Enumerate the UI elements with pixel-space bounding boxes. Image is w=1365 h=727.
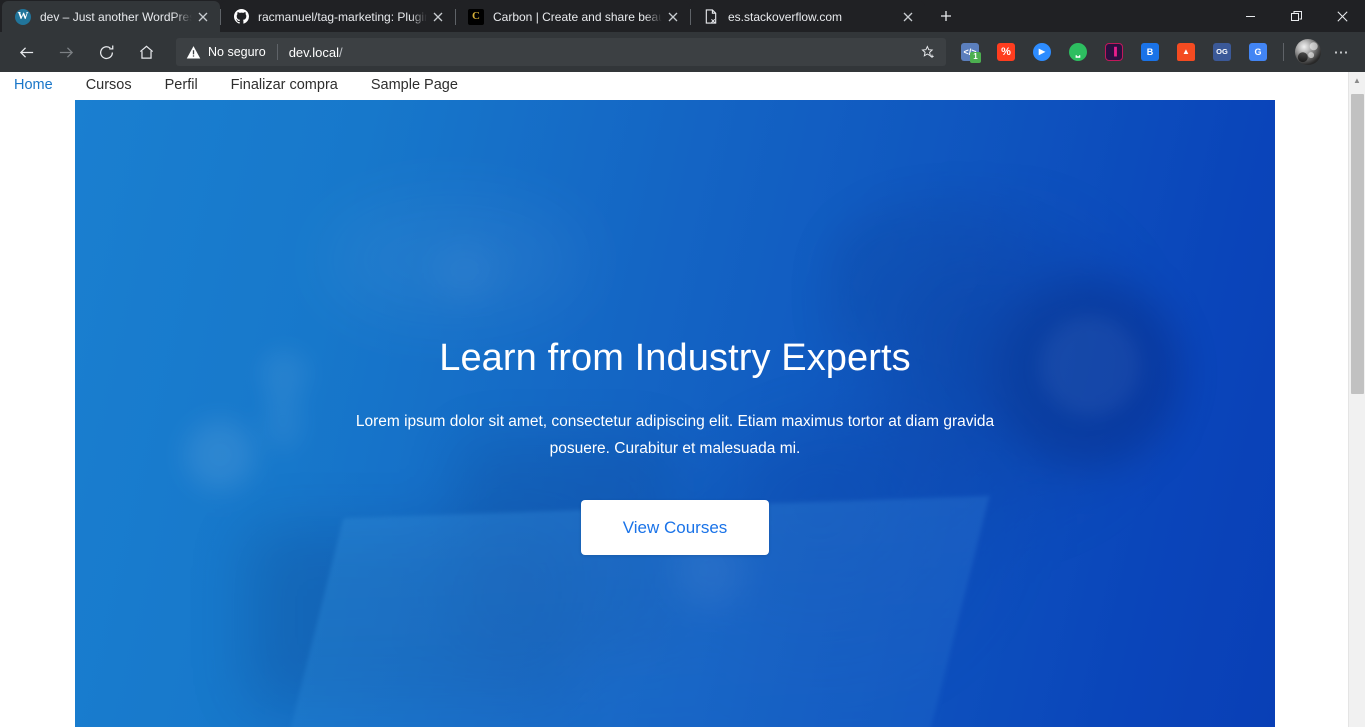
browser-window: W dev – Just another WordPress sit racma… xyxy=(0,0,1365,727)
tab-strip: W dev – Just another WordPress sit racma… xyxy=(0,0,1365,32)
restore-icon[interactable] xyxy=(1273,0,1319,32)
address-bar[interactable]: No seguro dev.local/ xyxy=(176,38,946,66)
omnibox-divider xyxy=(276,44,278,60)
new-tab-button[interactable] xyxy=(931,1,961,31)
url-text: dev.local/ xyxy=(288,44,343,60)
zoom-extension-icon[interactable]: ▶ xyxy=(1028,36,1056,68)
star-add-icon[interactable] xyxy=(914,39,942,65)
wordpress-icon: W xyxy=(15,8,31,25)
reload-icon[interactable] xyxy=(90,36,122,68)
sidebar-item-cursos[interactable]: Cursos xyxy=(86,77,132,93)
tag-extension-glyph: B xyxy=(1141,43,1159,61)
sidebar-item-finalizar-compra[interactable]: Finalizar compra xyxy=(231,77,338,93)
scroll-up-arrow-icon[interactable]: ▲ xyxy=(1349,72,1365,89)
browser-tab-carbon[interactable]: C Carbon | Create and share beauti xyxy=(455,1,690,32)
close-icon[interactable] xyxy=(662,6,684,28)
zoom-extension-glyph: ▶ xyxy=(1033,43,1051,61)
page-viewport: Home Cursos Perfil Finalizar compra Samp… xyxy=(0,72,1365,727)
close-icon[interactable] xyxy=(427,6,449,28)
sidebar-item-home[interactable]: Home xyxy=(14,77,53,93)
page-title: Learn from Industry Experts xyxy=(439,337,911,379)
browser-toolbar: No seguro dev.local/ </> 1 % ▶ xyxy=(0,32,1365,72)
google-translate-extension-icon[interactable]: G xyxy=(1244,36,1272,68)
broken-page-icon xyxy=(703,9,719,25)
google-translate-extension-glyph: G xyxy=(1249,43,1267,61)
og-extension-glyph: OG xyxy=(1213,43,1231,61)
page-scrollbar[interactable]: ▲ xyxy=(1348,72,1365,727)
security-indicator[interactable]: No seguro xyxy=(186,45,266,60)
hero-banner: Learn from Industry Experts Lorem ipsum … xyxy=(75,100,1275,727)
hero-subtitle: Lorem ipsum dolor sit amet, consectetur … xyxy=(355,412,995,457)
sidebar-item-sample-page[interactable]: Sample Page xyxy=(371,77,458,93)
close-icon[interactable] xyxy=(897,6,919,28)
profile-avatar[interactable] xyxy=(1295,39,1321,65)
menu-dots: ⋯ xyxy=(1333,43,1351,61)
tag-extension-icon[interactable]: B xyxy=(1136,36,1164,68)
security-text: No seguro xyxy=(208,45,266,59)
extensions-row: </> 1 % ▶ ⎵ ▐ B ▲ OG xyxy=(952,36,1357,68)
evernote-extension-glyph: ⎵ xyxy=(1069,43,1087,61)
evernote-extension-icon[interactable]: ⎵ xyxy=(1064,36,1092,68)
browser-tab-wordpress[interactable]: W dev – Just another WordPress sit xyxy=(2,1,220,32)
tab-divider xyxy=(220,9,221,25)
more-options-icon[interactable]: ⋯ xyxy=(1327,36,1357,68)
slash-extension-glyph: % xyxy=(997,43,1015,61)
site-navigation: Home Cursos Perfil Finalizar compra Samp… xyxy=(0,72,1365,98)
code-extension-icon[interactable]: </> 1 xyxy=(956,36,984,68)
tab-title: racmanuel/tag-marketing: Plugin xyxy=(258,9,427,24)
lighthouse-extension-glyph: ▲ xyxy=(1177,43,1195,61)
analytics-extension-glyph: ▐ xyxy=(1105,43,1123,61)
extension-badge-count: 1 xyxy=(970,52,981,63)
browser-tab-stackoverflow[interactable]: es.stackoverflow.com xyxy=(690,1,925,32)
minimize-icon[interactable] xyxy=(1227,0,1273,32)
github-icon xyxy=(233,8,249,25)
tab-title: dev – Just another WordPress sit xyxy=(40,9,192,24)
sidebar-item-perfil[interactable]: Perfil xyxy=(165,77,198,93)
og-extension-icon[interactable]: OG xyxy=(1208,36,1236,68)
toolbar-divider xyxy=(1283,43,1284,61)
warning-triangle-icon xyxy=(186,45,201,60)
scrollbar-thumb[interactable] xyxy=(1351,94,1364,394)
tab-divider xyxy=(690,9,691,25)
window-controls xyxy=(1227,0,1365,32)
slash-extension-icon[interactable]: % xyxy=(992,36,1020,68)
carbon-icon: C xyxy=(468,8,484,25)
close-icon[interactable] xyxy=(1319,0,1365,32)
lighthouse-extension-icon[interactable]: ▲ xyxy=(1172,36,1200,68)
tab-title: es.stackoverflow.com xyxy=(728,9,843,24)
close-icon[interactable] xyxy=(192,6,214,28)
tab-title: Carbon | Create and share beauti xyxy=(493,9,662,24)
browser-tab-github[interactable]: racmanuel/tag-marketing: Plugin xyxy=(220,1,455,32)
hero-content: Learn from Industry Experts Lorem ipsum … xyxy=(75,100,1275,727)
analytics-extension-icon[interactable]: ▐ xyxy=(1100,36,1128,68)
back-arrow-icon[interactable] xyxy=(10,36,42,68)
view-courses-button[interactable]: View Courses xyxy=(580,500,770,556)
tab-divider xyxy=(455,9,456,25)
forward-arrow-icon[interactable] xyxy=(50,36,82,68)
home-icon[interactable] xyxy=(130,36,162,68)
